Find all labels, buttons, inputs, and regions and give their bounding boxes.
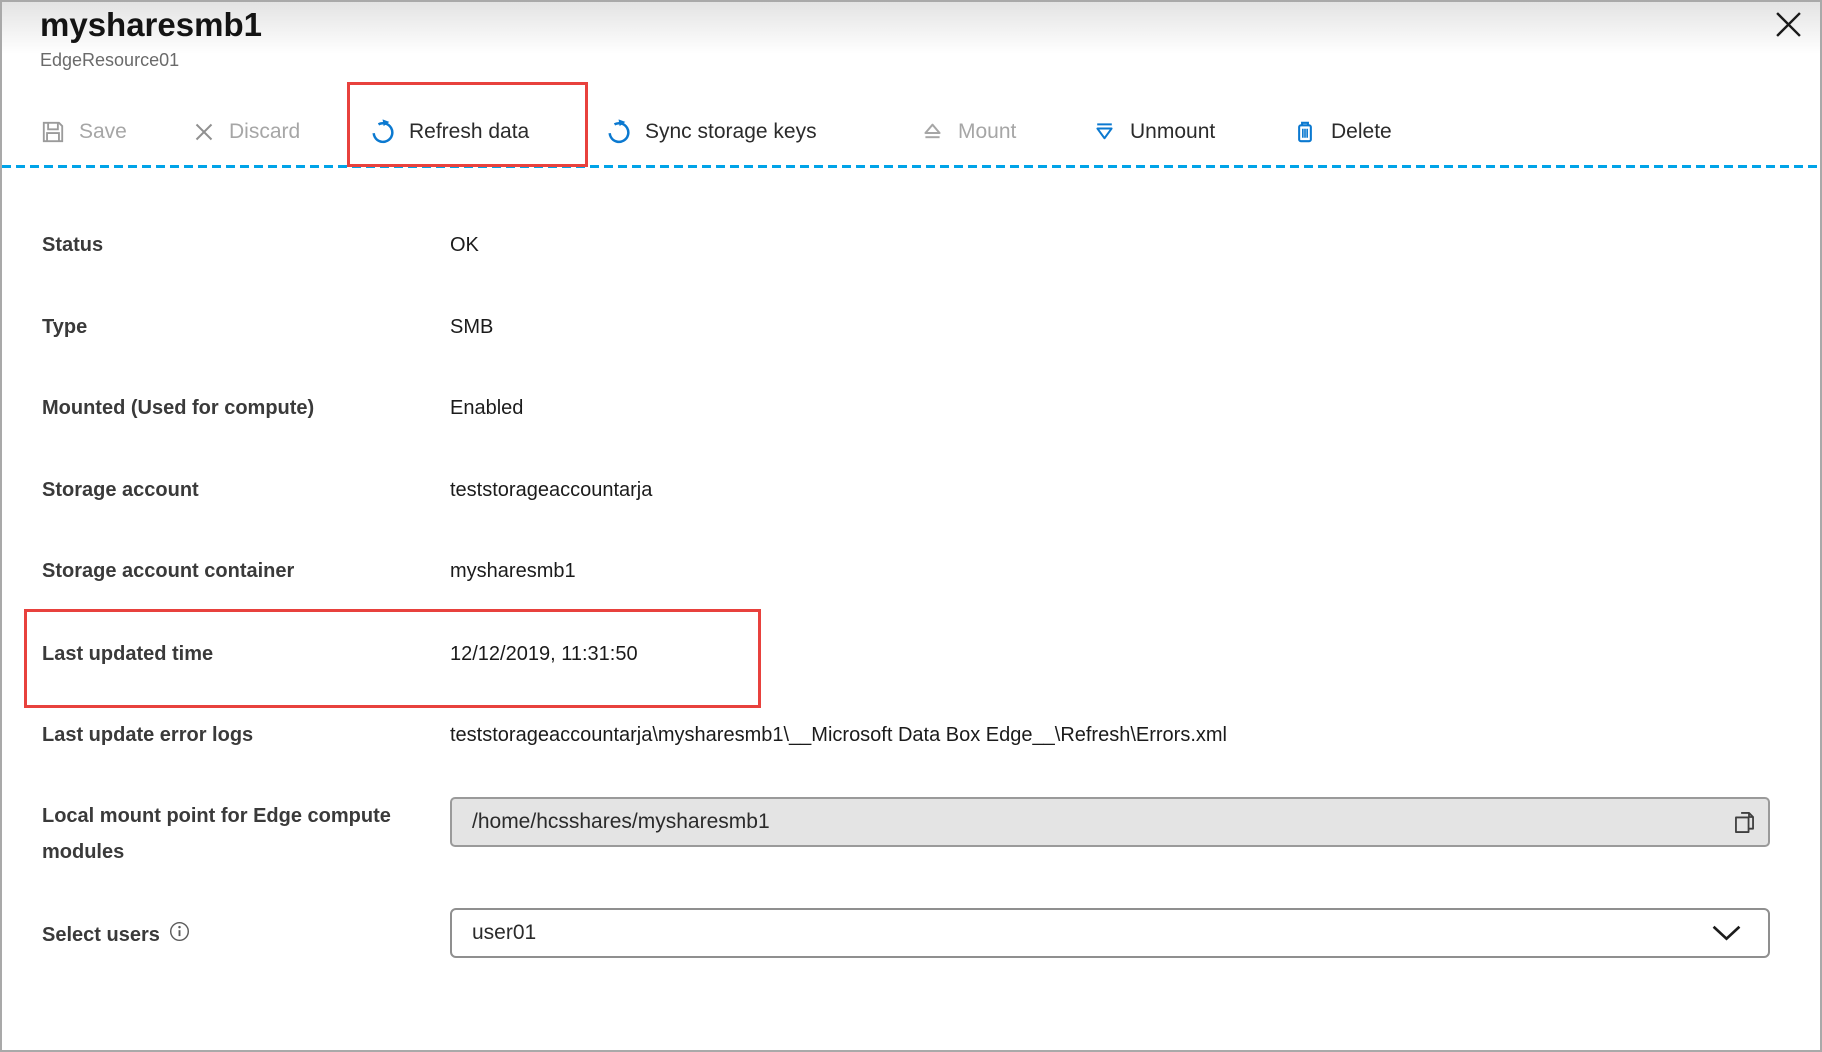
local-mount-point-input[interactable]: [450, 797, 1770, 847]
field-label: Last update error logs: [42, 720, 442, 750]
unmount-label: Unmount: [1130, 120, 1215, 144]
blade-divider-dashed: [2, 165, 1820, 168]
field-label: Last updated time: [42, 639, 442, 669]
unmount-button[interactable]: Unmount: [1092, 108, 1215, 156]
command-bar: Save Discard Refresh data: [2, 108, 1820, 156]
field-label: Type: [42, 312, 442, 342]
discard-label: Discard: [229, 120, 300, 144]
chevron-down-icon: [1711, 924, 1768, 942]
unmount-icon: [1092, 120, 1117, 145]
close-button[interactable]: [1773, 12, 1803, 42]
field-row-type: Type SMB: [42, 312, 1780, 342]
info-icon[interactable]: [169, 920, 190, 950]
page-title: mysharesmb1: [40, 6, 262, 44]
copy-icon[interactable]: [1730, 808, 1758, 836]
mount-eject-icon: [920, 120, 945, 145]
field-label: Mounted (Used for compute): [42, 393, 442, 423]
field-value: SMB: [450, 312, 1780, 342]
field-value: Enabled: [450, 393, 1780, 423]
discard-x-icon: [192, 120, 216, 144]
select-users-label: Select users: [42, 920, 160, 950]
field-label: Storage account container: [42, 556, 442, 586]
save-floppy-icon: [40, 119, 66, 145]
delete-label: Delete: [1331, 120, 1392, 144]
field-row-mounted: Mounted (Used for compute) Enabled: [42, 393, 1780, 423]
delete-trash-icon: [1292, 119, 1318, 145]
field-row-last-updated-time: Last updated time 12/12/2019, 11:31:50: [42, 639, 1780, 669]
field-value: mysharesmb1: [450, 556, 1780, 586]
header-gradient: [2, 2, 1820, 54]
mount-label: Mount: [958, 120, 1016, 144]
sync-storage-keys-label: Sync storage keys: [645, 120, 817, 144]
local-mount-point-field-wrap: [450, 797, 1770, 847]
field-value: 12/12/2019, 11:31:50: [450, 639, 1780, 669]
discard-button[interactable]: Discard: [192, 108, 300, 156]
sync-storage-keys-button[interactable]: Sync storage keys: [606, 108, 817, 156]
field-label: Status: [42, 230, 442, 260]
field-value: teststorageaccountarja\mysharesmb1\__Mic…: [450, 720, 1780, 750]
mount-button[interactable]: Mount: [920, 108, 1016, 156]
select-users-dropdown[interactable]: user01: [450, 908, 1770, 958]
select-users-label-row: Select users: [42, 920, 190, 950]
sync-refresh-icon: [606, 119, 632, 145]
save-label: Save: [79, 120, 127, 144]
refresh-icon: [370, 119, 396, 145]
field-row-storage-account-container: Storage account container mysharesmb1: [42, 556, 1780, 586]
field-row-status: Status OK: [42, 230, 1780, 260]
share-details-blade: mysharesmb1 EdgeResource01 Save Discard: [0, 0, 1822, 1052]
field-value: teststorageaccountarja: [450, 475, 1780, 505]
field-label: Storage account: [42, 475, 442, 505]
local-mount-point-label: Local mount point for Edge compute modul…: [42, 798, 392, 870]
close-icon: [1775, 11, 1802, 43]
save-button[interactable]: Save: [40, 108, 127, 156]
refresh-data-label: Refresh data: [409, 120, 529, 144]
refresh-data-button[interactable]: Refresh data: [370, 108, 529, 156]
select-users-selected-value: user01: [452, 921, 1711, 945]
field-row-storage-account: Storage account teststorageaccountarja: [42, 475, 1780, 505]
field-value: OK: [450, 230, 1780, 260]
field-row-last-update-error-logs: Last update error logs teststorageaccoun…: [42, 720, 1780, 750]
page-subtitle: EdgeResource01: [40, 50, 179, 71]
delete-button[interactable]: Delete: [1292, 108, 1392, 156]
